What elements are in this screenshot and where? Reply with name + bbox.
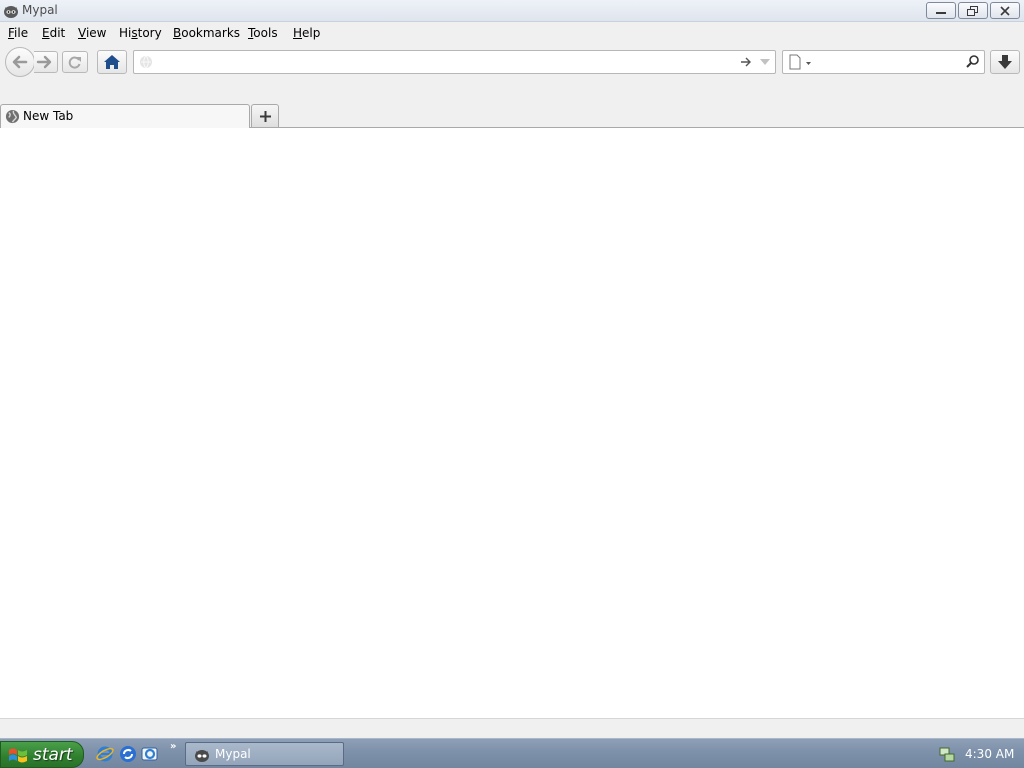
- forward-arrow-icon: [36, 55, 52, 69]
- page-content[interactable]: [0, 128, 1024, 718]
- reload-button[interactable]: [62, 51, 88, 73]
- new-tab-button[interactable]: [251, 104, 279, 127]
- restore-icon: [967, 6, 978, 16]
- window-title: Mypal: [22, 3, 58, 17]
- tab-new-tab[interactable]: New Tab: [0, 104, 250, 128]
- tab-label: New Tab: [23, 109, 74, 123]
- search-input[interactable]: [813, 54, 963, 70]
- navigation-toolbar: [0, 44, 1024, 80]
- menu-edit[interactable]: Edit: [42, 26, 65, 40]
- outlook-express-icon[interactable]: [141, 745, 159, 763]
- menu-help[interactable]: Help: [293, 26, 320, 40]
- address-bar[interactable]: [133, 50, 776, 74]
- clock[interactable]: 4:30 AM: [965, 747, 1014, 761]
- raccoon-icon: [195, 750, 209, 762]
- close-button[interactable]: [990, 2, 1020, 19]
- start-label: start: [33, 745, 73, 765]
- forward-button[interactable]: [34, 51, 58, 73]
- minimize-icon: [936, 12, 946, 14]
- globe-icon: [5, 109, 20, 124]
- menu-tools[interactable]: Tools: [248, 26, 278, 40]
- quick-launch-chevron[interactable]: »: [170, 741, 176, 752]
- back-button[interactable]: [5, 47, 35, 77]
- search-bar[interactable]: [782, 50, 985, 74]
- url-input[interactable]: [156, 54, 736, 70]
- taskbar: start » Mypal 4:30 AM: [0, 738, 1024, 768]
- menu-history[interactable]: History: [119, 26, 162, 40]
- download-arrow-icon: [998, 55, 1012, 69]
- menu-bookmarks[interactable]: Bookmarks: [173, 26, 240, 40]
- internet-explorer-icon[interactable]: [96, 745, 114, 763]
- site-identity-icon: [140, 55, 152, 69]
- close-icon: [1000, 6, 1010, 16]
- system-tray: 4:30 AM: [930, 741, 1024, 768]
- status-bar: [0, 718, 1024, 738]
- start-button[interactable]: start: [0, 741, 84, 768]
- menu-bar: File Edit View History Bookmarks Tools H…: [0, 22, 1024, 44]
- downloads-button[interactable]: [990, 50, 1020, 74]
- windows-flag-icon: [9, 748, 27, 763]
- title-bar: Mypal: [0, 0, 1024, 22]
- search-engine-icon[interactable]: [787, 53, 813, 71]
- magnifier-icon[interactable]: [965, 54, 981, 70]
- raccoon-icon: [4, 6, 18, 18]
- taskbar-item-mypal[interactable]: Mypal: [185, 742, 344, 766]
- tab-strip: New Tab: [0, 80, 1024, 128]
- dropdown-arrow-icon[interactable]: [759, 56, 771, 68]
- home-icon: [104, 55, 120, 69]
- go-arrow-icon[interactable]: [739, 55, 753, 69]
- network-icon[interactable]: [938, 746, 956, 764]
- menu-file[interactable]: File: [8, 26, 28, 40]
- media-player-icon[interactable]: [119, 745, 137, 763]
- reload-icon: [68, 56, 81, 69]
- back-arrow-icon: [12, 55, 28, 69]
- plus-icon: [260, 111, 271, 122]
- home-button[interactable]: [97, 50, 127, 74]
- minimize-button[interactable]: [926, 2, 956, 19]
- menu-view[interactable]: View: [78, 26, 106, 40]
- restore-button[interactable]: [958, 2, 988, 19]
- taskbar-item-label: Mypal: [215, 747, 251, 761]
